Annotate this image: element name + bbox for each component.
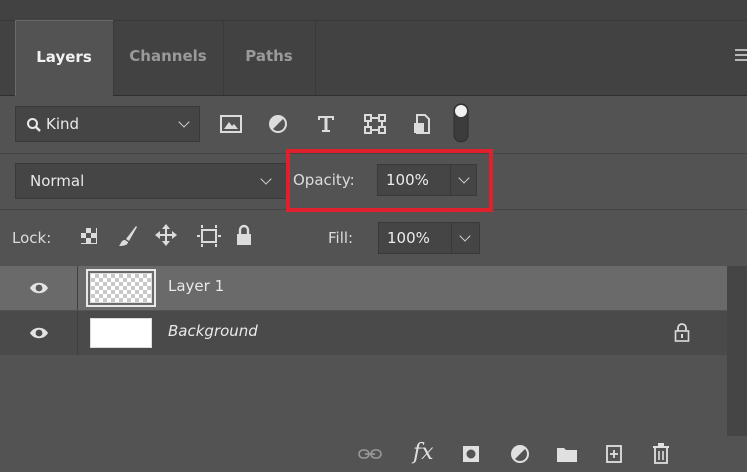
- visibility-toggle[interactable]: [0, 311, 78, 355]
- panel-top-strip: [0, 0, 747, 20]
- lock-artboard-icon[interactable]: [196, 224, 222, 248]
- blend-mode-label: Normal: [30, 172, 85, 190]
- layer-thumbnail: [86, 269, 156, 307]
- tab-divider: [15, 20, 16, 96]
- filter-toggle-icon[interactable]: [453, 103, 469, 143]
- add-mask-icon[interactable]: [462, 445, 480, 463]
- link-layers-icon[interactable]: [358, 448, 382, 460]
- field-divider: [451, 223, 452, 253]
- layer-name: Background: [168, 322, 258, 340]
- lock-all-icon[interactable]: [236, 224, 252, 246]
- adjustment-layer-icon[interactable]: [510, 444, 530, 464]
- new-group-folder-icon[interactable]: [556, 445, 578, 463]
- tab-divider: [315, 21, 316, 95]
- eye-icon[interactable]: [29, 281, 49, 295]
- panel-menu-icon[interactable]: [735, 49, 747, 63]
- lock-icon: [674, 323, 690, 342]
- layer-row-layer-1[interactable]: Layer 1: [0, 266, 727, 310]
- fill-label: Fill:: [328, 229, 354, 247]
- layer-row-background[interactable]: Background: [0, 311, 727, 355]
- layer-thumbnail: [90, 318, 152, 348]
- tab-divider: [113, 21, 114, 95]
- lock-transparent-pixels-icon[interactable]: [80, 227, 98, 245]
- layer-style-fx-icon[interactable]: fx: [413, 440, 434, 465]
- lock-label: Lock:: [12, 229, 52, 247]
- fill-field[interactable]: 100%: [378, 222, 480, 254]
- chevron-down-icon: [178, 116, 190, 128]
- lock-image-pixels-icon[interactable]: [118, 225, 138, 247]
- smart-object-filter-icon[interactable]: [413, 113, 433, 135]
- tab-divider: [223, 21, 224, 95]
- filter-kind-label: Kind: [46, 115, 80, 133]
- tab-layers[interactable]: Layers: [15, 20, 113, 96]
- blend-mode-dropdown[interactable]: Normal: [15, 163, 287, 199]
- lock-row: [0, 210, 747, 266]
- filter-kind-dropdown[interactable]: Kind: [15, 106, 200, 142]
- chevron-down-icon[interactable]: [459, 230, 471, 242]
- adjustment-filter-icon[interactable]: [268, 114, 288, 134]
- tab-channels[interactable]: Channels: [113, 20, 223, 96]
- shape-filter-icon[interactable]: [364, 114, 386, 134]
- new-layer-icon[interactable]: [605, 444, 623, 464]
- search-icon: [27, 118, 41, 132]
- tab-paths[interactable]: Paths: [223, 20, 315, 96]
- layers-bottom-toolbar: fx: [0, 436, 747, 472]
- image-filter-icon[interactable]: [220, 115, 242, 133]
- eye-icon[interactable]: [29, 326, 49, 340]
- delete-layer-trash-icon[interactable]: [652, 442, 670, 464]
- fill-value: 100%: [387, 229, 430, 247]
- layer-name: Layer 1: [168, 277, 225, 295]
- opacity-highlight-box: [286, 149, 493, 212]
- chevron-down-icon: [260, 173, 272, 185]
- type-filter-icon[interactable]: [316, 114, 336, 134]
- visibility-toggle[interactable]: [0, 266, 78, 310]
- layers-panel: Layers Channels Paths Kind Normal Opacit…: [0, 0, 747, 472]
- lock-position-icon[interactable]: [155, 224, 177, 246]
- layers-scrollbar[interactable]: [727, 266, 747, 436]
